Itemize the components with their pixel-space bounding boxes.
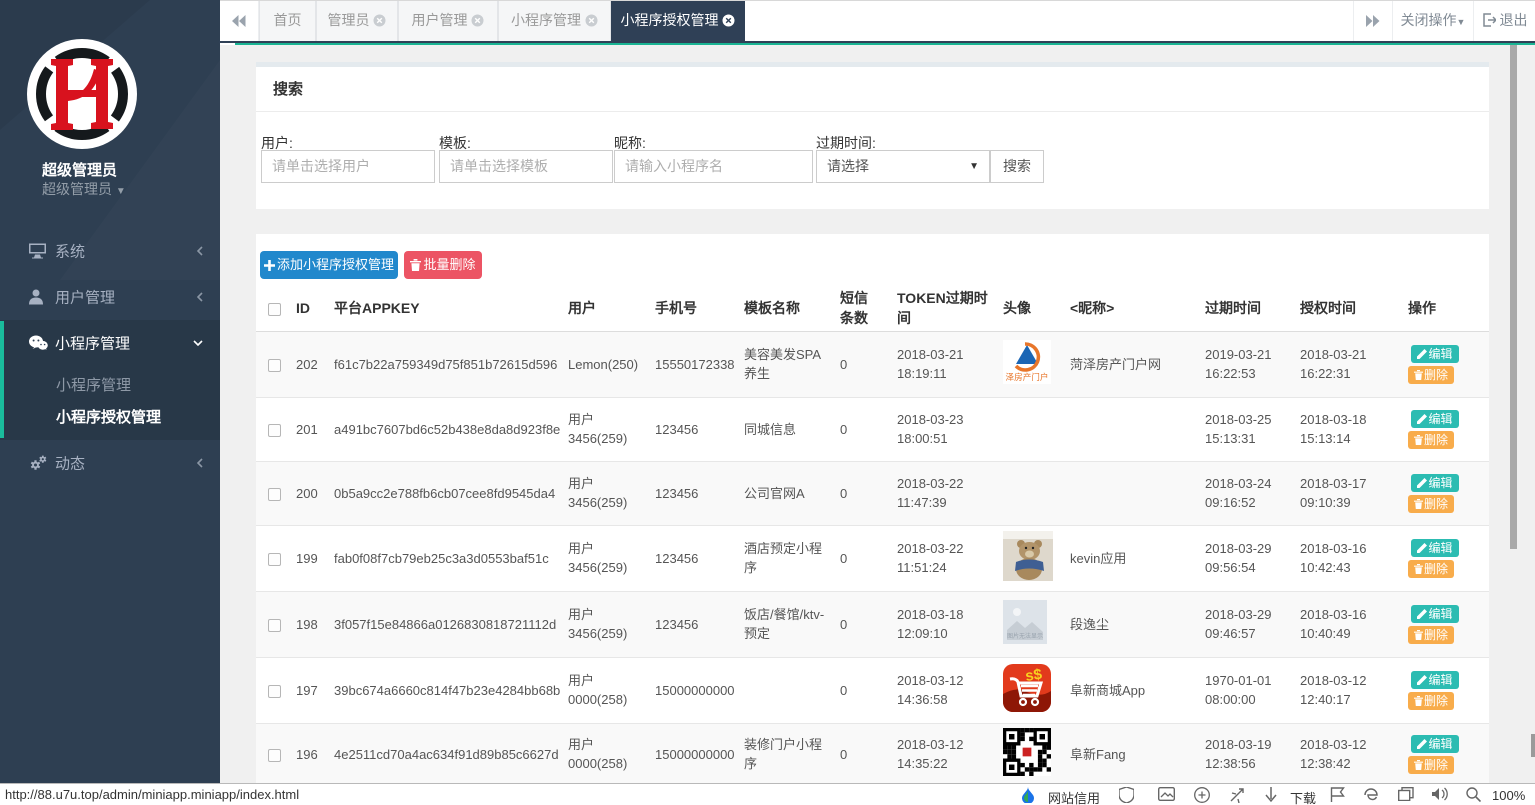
- svg-text:泽房产门户: 泽房产门户: [1006, 371, 1049, 382]
- svg-text:图片无法显示: 图片无法显示: [1007, 632, 1043, 640]
